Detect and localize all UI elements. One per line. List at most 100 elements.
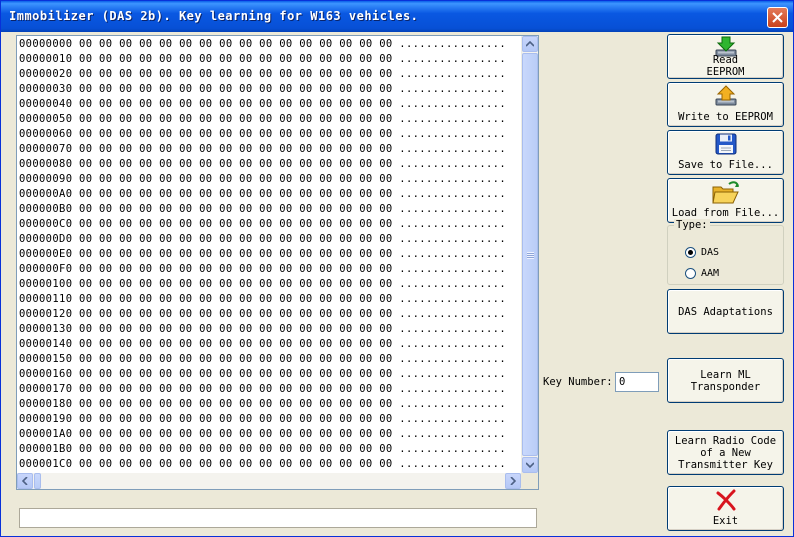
close-icon bbox=[772, 12, 783, 23]
hex-bytes: 00 00 00 00 00 00 00 00 00 00 00 00 00 0… bbox=[79, 263, 393, 275]
hex-row: 000001C0 00 00 00 00 00 00 00 00 00 00 0… bbox=[19, 457, 522, 472]
learn-ml-transponder-button[interactable]: Learn ML Transponder bbox=[667, 358, 784, 403]
hex-ascii: ................ bbox=[399, 383, 507, 395]
hex-bytes: 00 00 00 00 00 00 00 00 00 00 00 00 00 0… bbox=[79, 143, 393, 155]
grip-icon bbox=[527, 252, 534, 259]
hex-bytes: 00 00 00 00 00 00 00 00 00 00 00 00 00 0… bbox=[79, 233, 393, 245]
exit-button[interactable]: Exit bbox=[667, 486, 784, 531]
hex-ascii: ................ bbox=[399, 248, 507, 260]
hex-row: 00000060 00 00 00 00 00 00 00 00 00 00 0… bbox=[19, 127, 522, 142]
chevron-right-icon bbox=[510, 477, 516, 485]
hex-ascii: ................ bbox=[399, 128, 507, 140]
hex-ascii: ................ bbox=[399, 308, 507, 320]
exit-label: Exit bbox=[712, 515, 739, 527]
floppy-disk-icon bbox=[715, 133, 736, 155]
chevron-down-icon bbox=[526, 462, 534, 468]
hex-row: 000000A0 00 00 00 00 00 00 00 00 00 00 0… bbox=[19, 187, 522, 202]
radio-aam-circle[interactable] bbox=[685, 268, 696, 279]
das-adaptations-label: DAS Adaptations bbox=[678, 305, 773, 318]
save-to-file-button[interactable]: Save to File... bbox=[667, 130, 784, 175]
hex-row: 00000110 00 00 00 00 00 00 00 00 00 00 0… bbox=[19, 292, 522, 307]
hex-bytes: 00 00 00 00 00 00 00 00 00 00 00 00 00 0… bbox=[79, 218, 393, 230]
hex-viewer[interactable]: 00000000 00 00 00 00 00 00 00 00 00 00 0… bbox=[16, 35, 539, 490]
hex-address: 00000050 bbox=[19, 113, 73, 125]
learn-radio-code-label: Learn Radio Code of a New Transmitter Ke… bbox=[674, 434, 777, 471]
hex-address: 000001C0 bbox=[19, 458, 73, 470]
horizontal-scroll-thumb[interactable] bbox=[34, 473, 41, 489]
hex-bytes: 00 00 00 00 00 00 00 00 00 00 00 00 00 0… bbox=[79, 368, 393, 380]
scroll-down-button[interactable] bbox=[522, 457, 538, 473]
radio-das-label: DAS bbox=[701, 247, 720, 258]
das-adaptations-button[interactable]: DAS Adaptations bbox=[667, 289, 784, 334]
hex-address: 00000120 bbox=[19, 308, 73, 320]
hex-address: 00000030 bbox=[19, 83, 73, 95]
close-button[interactable] bbox=[767, 7, 788, 28]
hex-address: 00000070 bbox=[19, 143, 73, 155]
hex-bytes: 00 00 00 00 00 00 00 00 00 00 00 00 00 0… bbox=[79, 443, 393, 455]
hex-row: 00000010 00 00 00 00 00 00 00 00 00 00 0… bbox=[19, 52, 522, 67]
hex-row: 000000D0 00 00 00 00 00 00 00 00 00 00 0… bbox=[19, 232, 522, 247]
scroll-left-button[interactable] bbox=[17, 473, 33, 489]
hex-address: 00000060 bbox=[19, 128, 73, 140]
hex-address: 00000110 bbox=[19, 293, 73, 305]
radio-das[interactable]: DAS bbox=[685, 247, 719, 258]
radio-aam[interactable]: AAM bbox=[685, 268, 719, 279]
hex-address: 00000130 bbox=[19, 323, 73, 335]
read-eeprom-label: Read EEPROM bbox=[706, 54, 745, 78]
hex-address: 000001B0 bbox=[19, 443, 73, 455]
learn-radio-code-button[interactable]: Learn Radio Code of a New Transmitter Ke… bbox=[667, 430, 784, 475]
hex-row: 00000040 00 00 00 00 00 00 00 00 00 00 0… bbox=[19, 97, 522, 112]
write-eeprom-button[interactable]: Write to EEPROM bbox=[667, 82, 784, 127]
hex-row: 00000140 00 00 00 00 00 00 00 00 00 00 0… bbox=[19, 337, 522, 352]
open-folder-icon bbox=[711, 181, 739, 204]
title-bar[interactable]: Immobilizer (DAS 2b). Key learning for W… bbox=[1, 1, 793, 32]
hex-bytes: 00 00 00 00 00 00 00 00 00 00 00 00 00 0… bbox=[79, 98, 393, 110]
immobilizer-window: Immobilizer (DAS 2b). Key learning for W… bbox=[0, 0, 794, 537]
vertical-scroll-thumb[interactable] bbox=[522, 53, 538, 456]
chevron-up-icon bbox=[526, 41, 534, 47]
hex-ascii: ................ bbox=[399, 158, 507, 170]
hex-bytes: 00 00 00 00 00 00 00 00 00 00 00 00 00 0… bbox=[79, 338, 393, 350]
vertical-scrollbar[interactable] bbox=[521, 36, 538, 473]
hex-address: 00000150 bbox=[19, 353, 73, 365]
hex-address: 00000100 bbox=[19, 278, 73, 290]
hex-ascii: ................ bbox=[399, 278, 507, 290]
hex-ascii: ................ bbox=[399, 368, 507, 380]
hex-row: 00000080 00 00 00 00 00 00 00 00 00 00 0… bbox=[19, 157, 522, 172]
radio-das-circle[interactable] bbox=[685, 247, 696, 258]
hex-ascii: ................ bbox=[399, 68, 507, 80]
hex-address: 000000D0 bbox=[19, 233, 73, 245]
hex-ascii: ................ bbox=[399, 293, 507, 305]
hex-bytes: 00 00 00 00 00 00 00 00 00 00 00 00 00 0… bbox=[79, 293, 393, 305]
horizontal-scrollbar[interactable] bbox=[17, 473, 522, 489]
hex-ascii: ................ bbox=[399, 233, 507, 245]
window-title: Immobilizer (DAS 2b). Key learning for W… bbox=[9, 9, 419, 23]
load-from-file-button[interactable]: Load from File... bbox=[667, 178, 784, 223]
type-group: Type: DAS AAM bbox=[667, 219, 784, 285]
hex-bytes: 00 00 00 00 00 00 00 00 00 00 00 00 00 0… bbox=[79, 188, 393, 200]
hex-ascii: ................ bbox=[399, 458, 507, 470]
type-group-legend: Type: bbox=[674, 219, 710, 231]
hex-address: 00000020 bbox=[19, 68, 73, 80]
hex-bytes: 00 00 00 00 00 00 00 00 00 00 00 00 00 0… bbox=[79, 83, 393, 95]
hex-address: 00000190 bbox=[19, 413, 73, 425]
hex-address: 00000000 bbox=[19, 38, 73, 50]
key-number-input[interactable] bbox=[615, 372, 659, 392]
hex-row: 00000000 00 00 00 00 00 00 00 00 00 00 0… bbox=[19, 37, 522, 52]
scroll-up-button[interactable] bbox=[522, 36, 538, 52]
hex-bytes: 00 00 00 00 00 00 00 00 00 00 00 00 00 0… bbox=[79, 128, 393, 140]
hex-bytes: 00 00 00 00 00 00 00 00 00 00 00 00 00 0… bbox=[79, 323, 393, 335]
hex-ascii: ................ bbox=[399, 338, 507, 350]
read-eeprom-button[interactable]: Read EEPROM bbox=[667, 34, 784, 79]
hex-row: 00000020 00 00 00 00 00 00 00 00 00 00 0… bbox=[19, 67, 522, 82]
hex-bytes: 00 00 00 00 00 00 00 00 00 00 00 00 00 0… bbox=[79, 428, 393, 440]
scroll-right-button[interactable] bbox=[505, 473, 521, 489]
chevron-left-icon bbox=[22, 477, 28, 485]
hex-row: 000000B0 00 00 00 00 00 00 00 00 00 00 0… bbox=[19, 202, 522, 217]
hex-row: 000001B0 00 00 00 00 00 00 00 00 00 00 0… bbox=[19, 442, 522, 457]
hex-row: 00000090 00 00 00 00 00 00 00 00 00 00 0… bbox=[19, 172, 522, 187]
hex-row: 00000180 00 00 00 00 00 00 00 00 00 00 0… bbox=[19, 397, 522, 412]
hex-address: 00000180 bbox=[19, 398, 73, 410]
hex-ascii: ................ bbox=[399, 263, 507, 275]
hex-bytes: 00 00 00 00 00 00 00 00 00 00 00 00 00 0… bbox=[79, 458, 393, 470]
